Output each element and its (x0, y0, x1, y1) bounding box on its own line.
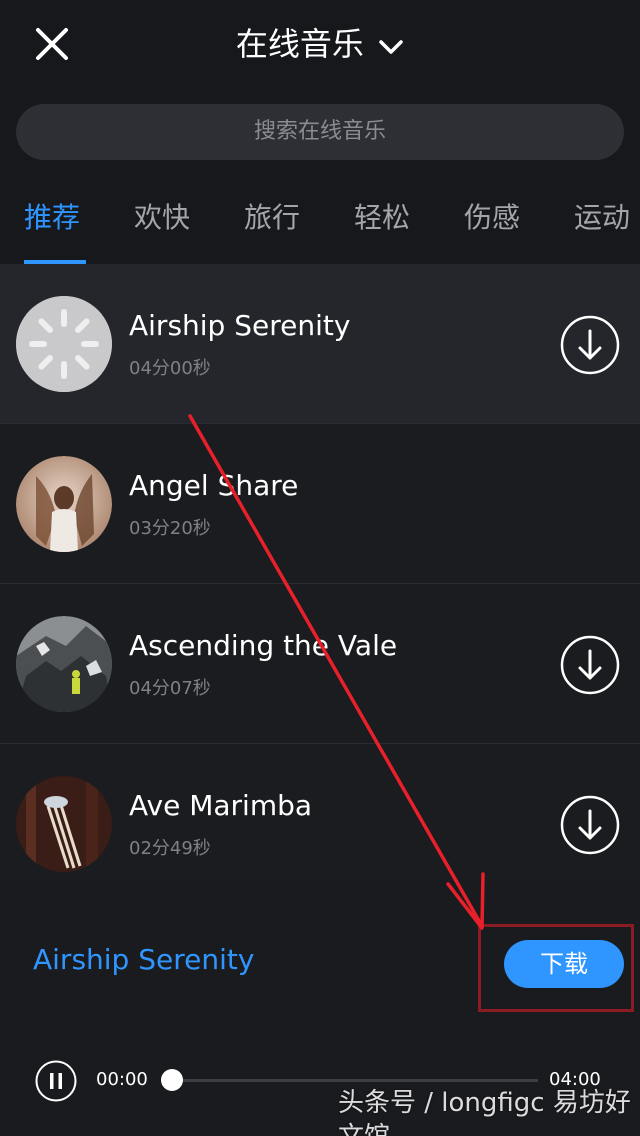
tab-travel[interactable]: 旅行 (244, 198, 300, 238)
header: 在线音乐 (0, 0, 640, 90)
list-item[interactable]: Angel Share 03分20秒 (0, 424, 640, 584)
song-duration: 03分20秒 (129, 518, 211, 539)
page-title: 在线音乐 (235, 25, 364, 63)
song-title: Ascending the Vale (129, 629, 398, 662)
song-duration: 02分49秒 (129, 838, 211, 859)
search-placeholder: 搜索在线音乐 (253, 119, 386, 144)
search-input[interactable]: 搜索在线音乐 (16, 104, 624, 160)
loading-spinner-icon (16, 296, 112, 392)
list-item[interactable]: Airship Serenity 04分00秒 (0, 264, 640, 424)
watermark: 头条号 / longfigc 易坊好文馆 (338, 1088, 631, 1136)
title-dropdown[interactable]: 在线音乐 (0, 22, 640, 68)
tab-relaxed[interactable]: 轻松 (354, 198, 410, 238)
progress-bar[interactable] (172, 1079, 538, 1082)
download-icon[interactable] (560, 635, 620, 695)
progress-thumb[interactable] (161, 1069, 183, 1091)
album-cover (16, 456, 112, 552)
download-icon[interactable] (560, 315, 620, 375)
tab-sports[interactable]: 运动 (574, 198, 630, 238)
category-tabs: 推荐 欢快 旅行 轻松 伤感 运动 (0, 180, 640, 266)
album-cover (16, 616, 112, 712)
tab-recommended[interactable]: 推荐 (24, 198, 80, 238)
song-title: Angel Share (129, 469, 299, 502)
song-duration: 04分00秒 (129, 358, 211, 379)
song-title: Ave Marimba (129, 789, 313, 822)
song-list: Airship Serenity 04分00秒 Angel Share 03分2… (0, 264, 640, 880)
now-playing-title: Airship Serenity (33, 943, 255, 976)
annotation-highlight-box (478, 924, 634, 1012)
tab-sad[interactable]: 伤感 (464, 198, 520, 238)
song-title: Airship Serenity (129, 309, 351, 342)
pause-icon[interactable] (35, 1060, 77, 1102)
tab-happy[interactable]: 欢快 (134, 198, 190, 238)
current-time: 00:00 (96, 1069, 148, 1090)
list-item[interactable]: Ascending the Vale 04分07秒 (0, 584, 640, 744)
album-cover (16, 776, 112, 872)
list-item[interactable]: Ave Marimba 02分49秒 (0, 744, 640, 880)
download-icon[interactable] (560, 795, 620, 855)
song-duration: 04分07秒 (129, 678, 211, 699)
chevron-down-icon (378, 24, 404, 68)
